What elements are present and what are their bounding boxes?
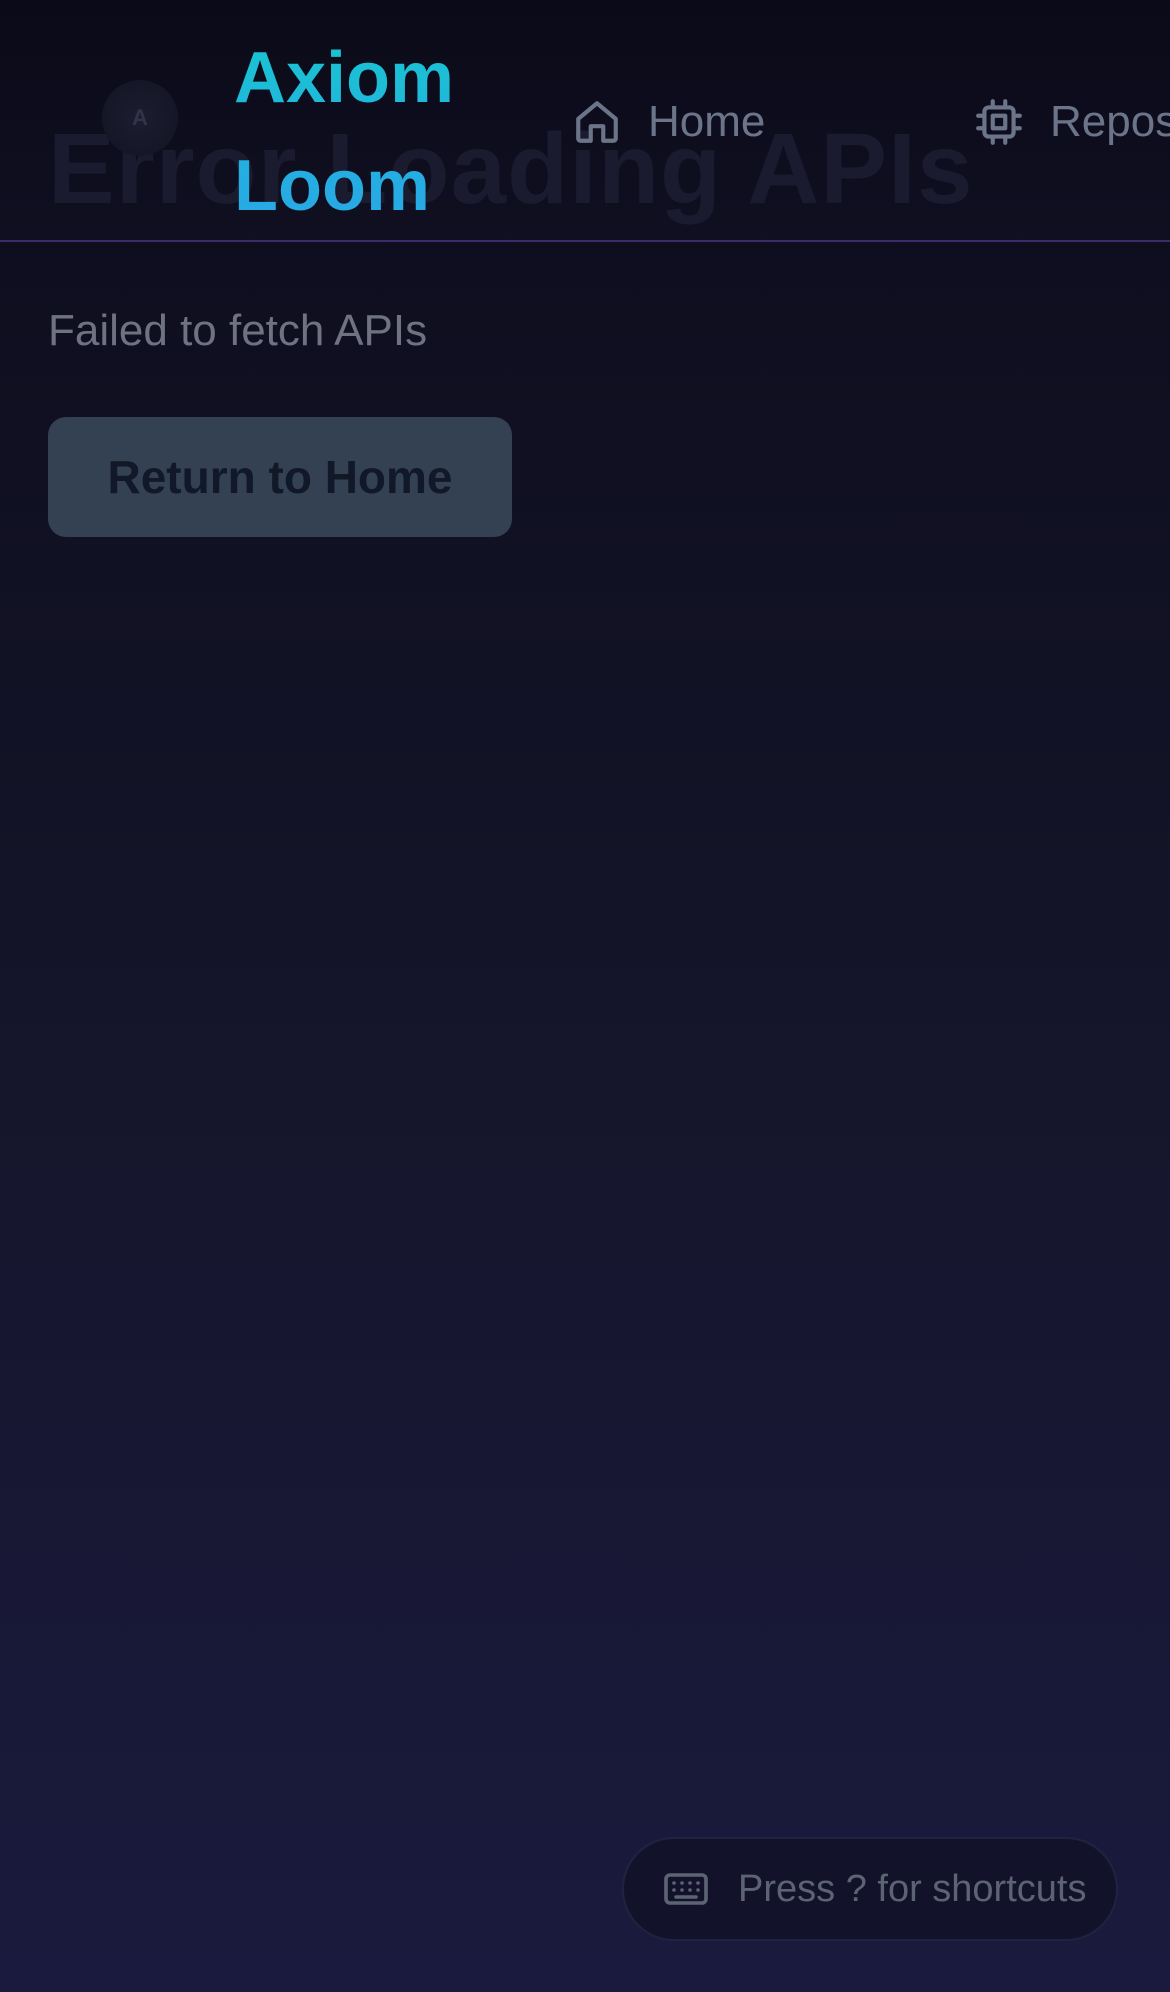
nav-repositories-link[interactable]: Repositories	[974, 96, 1170, 148]
keyboard-icon	[664, 1873, 708, 1905]
nav-home-link[interactable]: Home	[572, 96, 765, 148]
nav-home-label: Home	[648, 97, 766, 146]
page-heading-background: Error Loading APIs	[48, 113, 974, 225]
cpu-icon	[976, 99, 1022, 145]
brand-name[interactable]: Axiom Loom	[234, 24, 474, 240]
brand-name-line2: Loom	[234, 146, 430, 226]
return-home-button[interactable]: Return to Home	[48, 417, 512, 537]
top-nav-bar: Error Loading APIs A Axiom Loom Home Rep…	[0, 0, 1170, 242]
nav-repositories-label: Repositories	[1050, 97, 1170, 146]
brand-name-line1: Axiom	[234, 38, 455, 118]
home-icon	[576, 101, 618, 143]
logo-icon[interactable]: A	[102, 80, 178, 156]
shortcuts-hint-button[interactable]: Press ? for shortcuts	[622, 1837, 1118, 1941]
shortcuts-hint-label: Press ? for shortcuts	[738, 1867, 1087, 1910]
error-message: Failed to fetch APIs	[48, 306, 428, 355]
